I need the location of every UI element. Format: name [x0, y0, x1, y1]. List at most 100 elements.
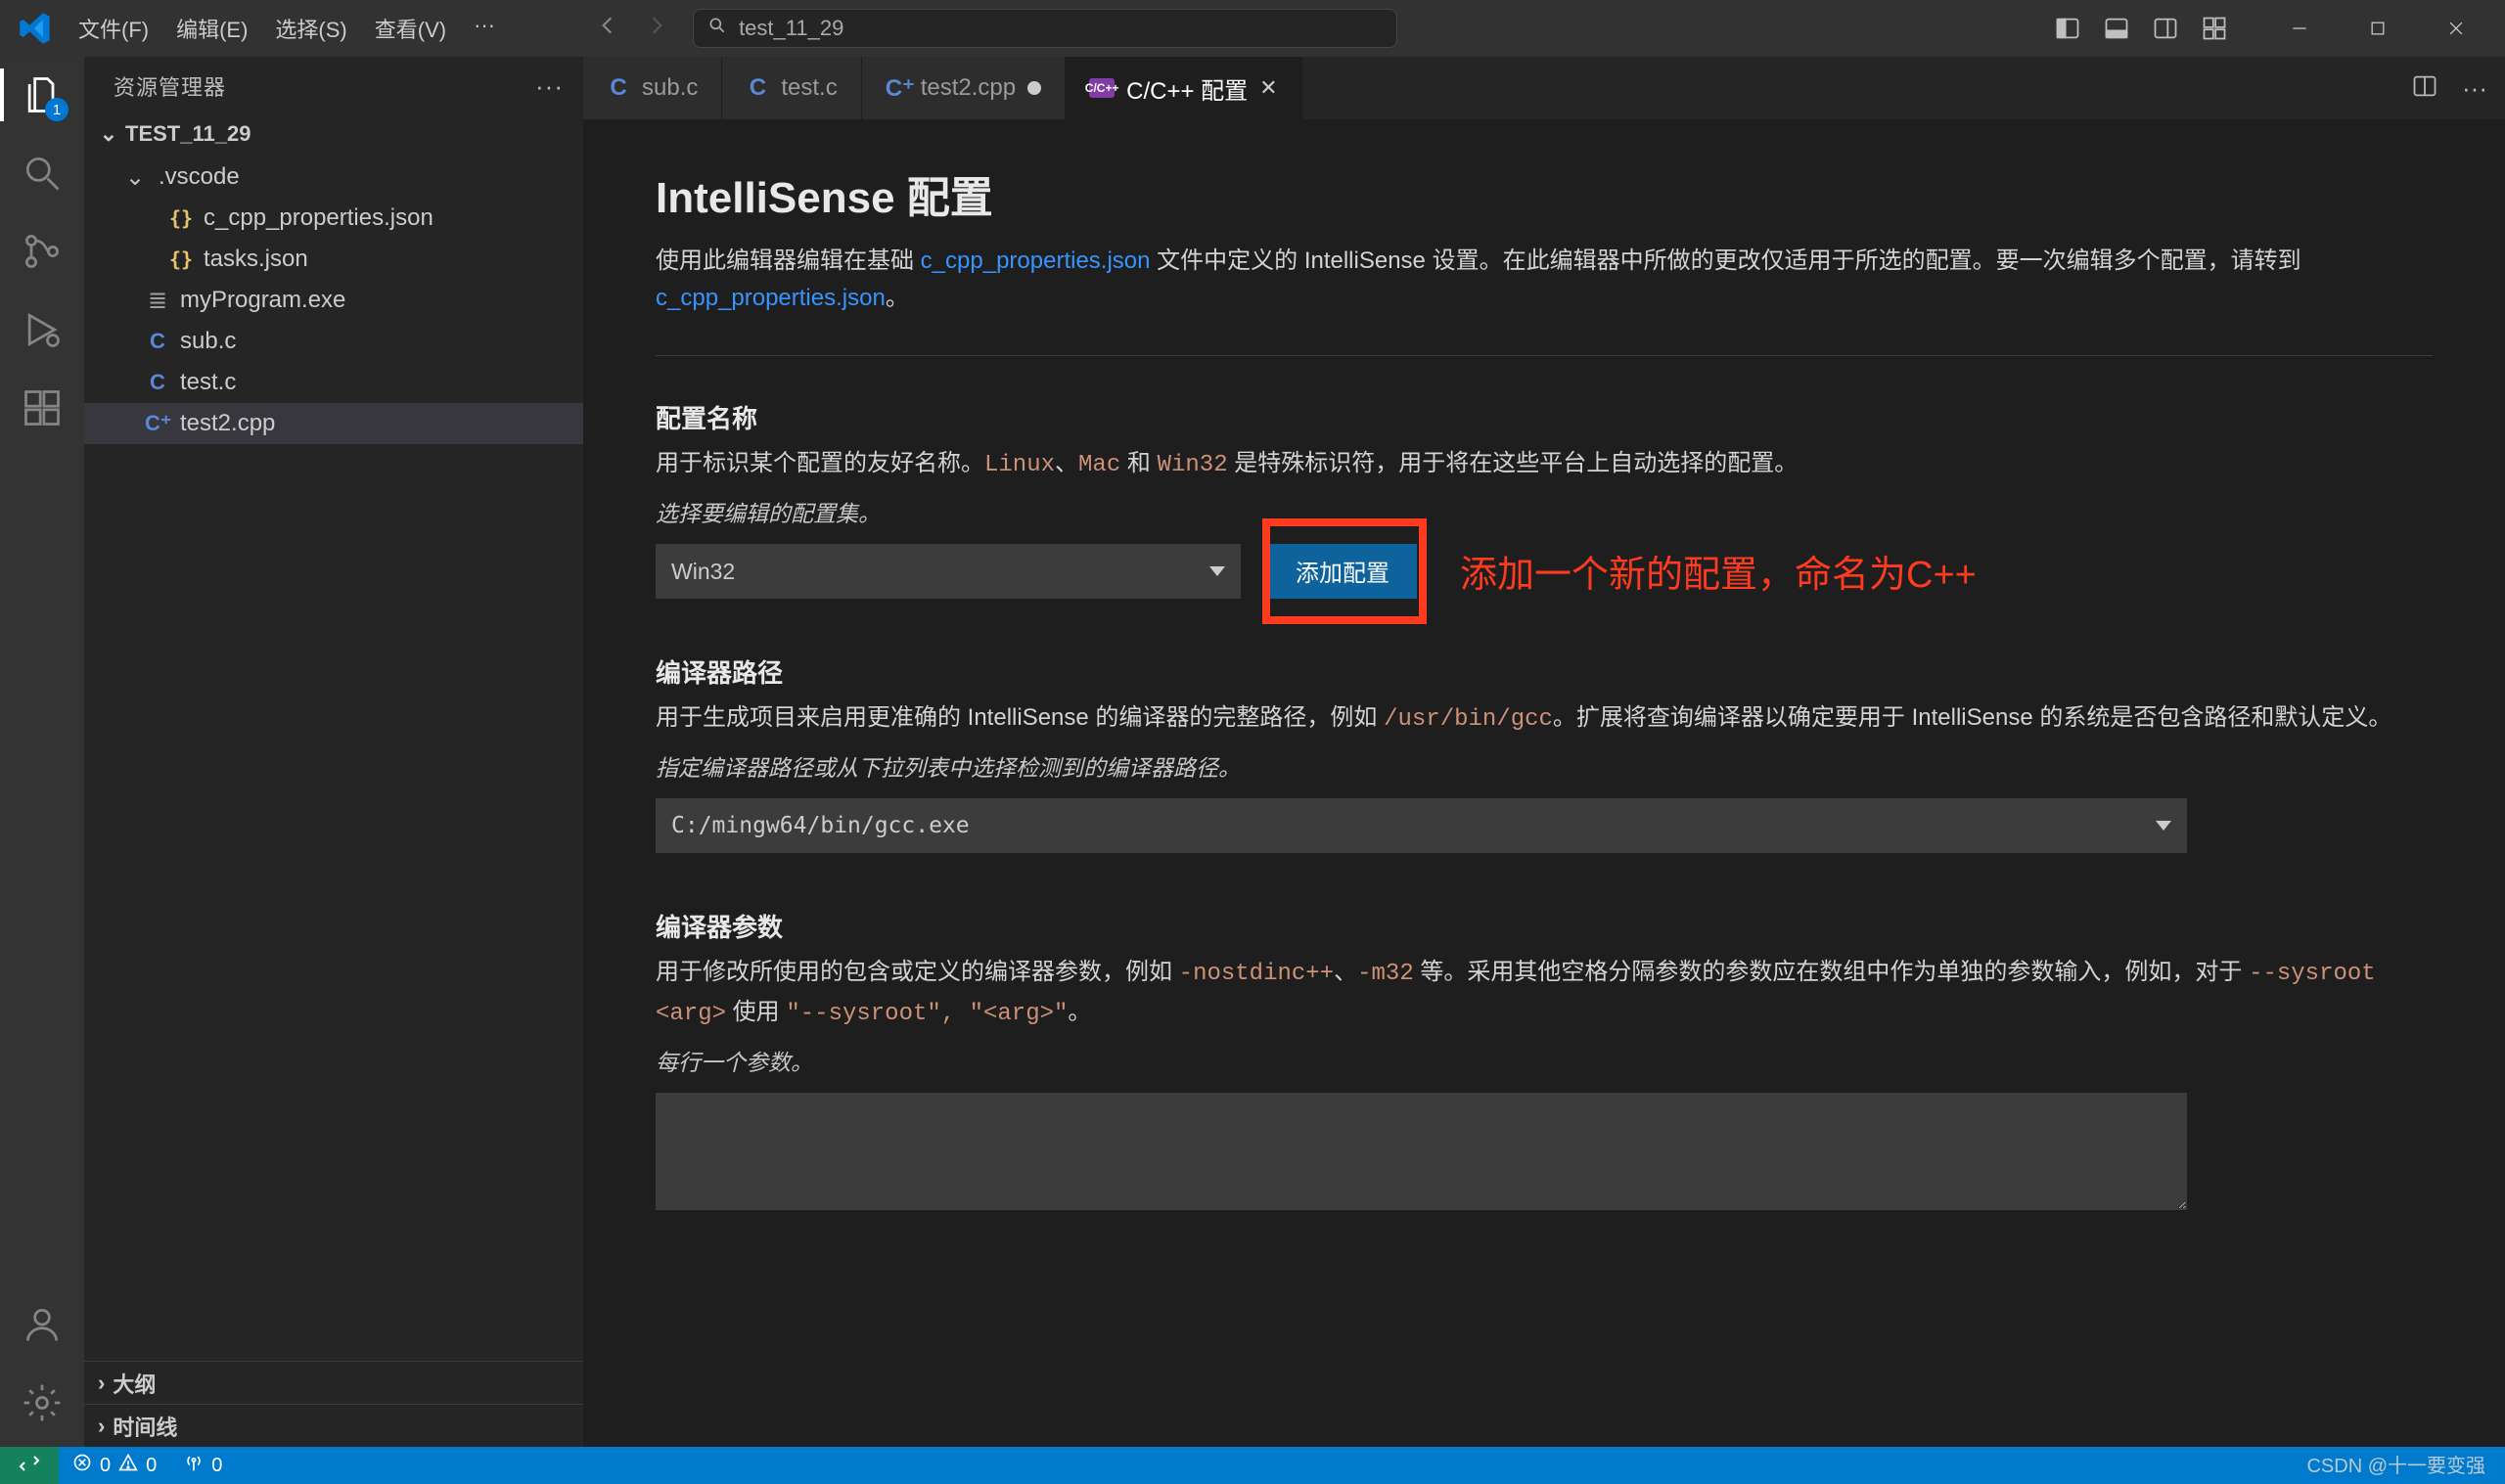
file-label: tasks.json — [204, 246, 308, 273]
ports-count: 0 — [211, 1455, 222, 1477]
error-count: 0 — [100, 1455, 111, 1477]
explorer-badge: 1 — [45, 98, 68, 121]
layout-secondary-side-icon[interactable] — [2151, 14, 2180, 43]
section-compiler-path: 编译器路径 用于生成项目来启用更准确的 IntelliSense 的编译器的完整… — [656, 653, 2433, 853]
activity-settings-icon[interactable] — [18, 1378, 67, 1427]
tab-c-cpp-config[interactable]: C/C++ C/C++ 配置 ✕ — [1066, 57, 1301, 119]
split-editor-icon[interactable] — [2411, 72, 2438, 105]
layout-primary-side-icon[interactable] — [2053, 14, 2082, 43]
menu-edit[interactable]: 编辑(E) — [164, 7, 259, 50]
menu-more[interactable]: ··· — [462, 7, 507, 50]
section-desc: 用于标识某个配置的友好名称。Linux、Mac 和 Win32 是特殊标识符，用… — [656, 445, 2433, 484]
file-label: test2.cpp — [180, 410, 275, 437]
folder-label: .vscode — [159, 163, 240, 191]
status-ports[interactable]: 0 — [170, 1453, 236, 1478]
exe-file-icon: ≣ — [145, 287, 170, 315]
title-bar: 文件(F) 编辑(E) 选择(S) 查看(V) ··· test_11_29 — [0, 0, 2505, 57]
file-label: sub.c — [180, 328, 236, 355]
command-center-text: test_11_29 — [739, 16, 843, 41]
error-icon — [72, 1453, 92, 1478]
sidebar-outline-panel[interactable]: › 大纲 — [84, 1361, 583, 1404]
section-compiler-args: 编译器参数 用于修改所使用的包含或定义的编译器参数，例如 -nostdinc++… — [656, 908, 2433, 1215]
section-title: 编译器路径 — [656, 653, 2433, 690]
nav-forward-icon[interactable] — [644, 13, 669, 44]
section-desc: 用于修改所使用的包含或定义的编译器参数，例如 -nostdinc++、-m32 … — [656, 954, 2433, 1033]
more-actions-icon[interactable]: ··· — [2462, 73, 2487, 104]
tab-label: test.c — [781, 74, 837, 102]
tab-test-c[interactable]: C test.c — [722, 57, 861, 119]
folder-vscode[interactable]: ⌄ .vscode — [84, 157, 583, 198]
tab-test2-cpp[interactable]: C⁺ test2.cpp — [862, 57, 1066, 119]
c-file-icon: C — [145, 329, 170, 354]
sidebar-timeline-panel[interactable]: › 时间线 — [84, 1404, 583, 1447]
panel-label: 时间线 — [113, 1411, 177, 1442]
settings-content: IntelliSense 配置 使用此编辑器编辑在基础 c_cpp_proper… — [583, 119, 2505, 1447]
window-minimize-icon[interactable] — [2260, 0, 2339, 57]
page-intro: 使用此编辑器编辑在基础 c_cpp_properties.json 文件中定义的… — [656, 243, 2433, 318]
sidebar-project-header[interactable]: ⌄ TEST_11_29 — [84, 115, 583, 153]
chevron-down-icon: ⌄ — [98, 121, 119, 147]
sidebar-more-icon[interactable]: ··· — [535, 71, 564, 102]
sidebar-title: 资源管理器 — [114, 70, 226, 102]
cpp-extension-icon: C/C++ — [1089, 78, 1115, 98]
text: 文件中定义的 IntelliSense 设置。在此编辑器中所做的更改仅适用于所选… — [1150, 247, 2300, 274]
file-myprogram-exe[interactable]: ≣ myProgram.exe — [84, 280, 583, 321]
tab-label: test2.cpp — [921, 74, 1016, 102]
activity-extensions-icon[interactable] — [18, 383, 67, 432]
c-file-icon: C — [607, 74, 630, 102]
sidebar-project-name: TEST_11_29 — [125, 121, 250, 147]
link-c-cpp-properties-2[interactable]: c_cpp_properties.json — [656, 285, 886, 311]
divider — [656, 355, 2433, 356]
close-icon[interactable]: ✕ — [1259, 75, 1277, 101]
chevron-down-icon: ⌄ — [125, 163, 149, 192]
code-text: "--sysroot", "<arg>" — [786, 1001, 1068, 1027]
compiler-path-input[interactable] — [656, 798, 2187, 853]
file-tasks-json[interactable]: {} tasks.json — [84, 239, 583, 280]
file-tree: ⌄ .vscode {} c_cpp_properties.json {} ta… — [84, 153, 583, 452]
section-hint: 每行一个参数。 — [656, 1045, 2433, 1081]
menu-file[interactable]: 文件(F) — [67, 7, 160, 50]
file-test-c[interactable]: C test.c — [84, 362, 583, 403]
activity-scm-icon[interactable] — [18, 227, 67, 276]
warning-count: 0 — [146, 1455, 157, 1477]
json-file-icon: {} — [168, 206, 194, 230]
code-text: Win32 — [1158, 452, 1228, 478]
section-desc: 用于生成项目来启用更准确的 IntelliSense 的编译器的完整路径，例如 … — [656, 699, 2433, 739]
tab-sub-c[interactable]: C sub.c — [583, 57, 722, 119]
warning-icon — [118, 1453, 138, 1478]
text: 。扩展将查询编译器以确定要用于 IntelliSense 的系统是否包含路径和默… — [1553, 704, 2391, 731]
code-text: Linux — [984, 452, 1055, 478]
command-center[interactable]: test_11_29 — [693, 9, 1397, 48]
file-test2-cpp[interactable]: C⁺ test2.cpp — [84, 403, 583, 444]
window-maximize-icon[interactable] — [2339, 0, 2417, 57]
nav-arrows — [595, 13, 669, 44]
compiler-args-textarea[interactable] — [656, 1093, 2187, 1210]
file-sub-c[interactable]: C sub.c — [84, 321, 583, 362]
text: 用于修改所使用的包含或定义的编译器参数，例如 — [656, 959, 1179, 985]
config-name-select[interactable]: Win32 — [656, 544, 1241, 599]
add-config-button[interactable]: 添加配置 — [1268, 544, 1417, 599]
page-title: IntelliSense 配置 — [656, 162, 2433, 225]
watermark-text: CSDN @十一要变强 — [2306, 1450, 2485, 1478]
layout-panel-icon[interactable] — [2102, 14, 2131, 43]
status-bar: 0 0 0 CSDN @十一要变强 — [0, 1447, 2505, 1484]
status-problems[interactable]: 0 0 — [59, 1453, 170, 1478]
window-close-icon[interactable] — [2417, 0, 2495, 57]
file-label: c_cpp_properties.json — [204, 204, 433, 232]
activity-search-icon[interactable] — [18, 149, 67, 198]
tab-label: sub.c — [642, 74, 698, 102]
file-c-cpp-properties[interactable]: {} c_cpp_properties.json — [84, 198, 583, 239]
code-text: Mac — [1078, 452, 1120, 478]
link-c-cpp-properties[interactable]: c_cpp_properties.json — [921, 247, 1151, 274]
remote-indicator-icon[interactable] — [0, 1447, 59, 1484]
menu-view[interactable]: 查看(V) — [363, 7, 458, 50]
activity-explorer-icon[interactable]: 1 — [18, 70, 67, 119]
text: 用于标识某个配置的友好名称。 — [656, 450, 984, 476]
nav-back-icon[interactable] — [595, 13, 620, 44]
customize-layout-icon[interactable] — [2200, 14, 2229, 43]
menu-select[interactable]: 选择(S) — [263, 7, 358, 50]
section-config-name: 配置名称 用于标识某个配置的友好名称。Linux、Mac 和 Win32 是特殊… — [656, 399, 2433, 599]
activity-accounts-icon[interactable] — [18, 1300, 67, 1349]
menu-bar: 文件(F) 编辑(E) 选择(S) 查看(V) ··· — [67, 7, 507, 50]
activity-run-icon[interactable] — [18, 305, 67, 354]
